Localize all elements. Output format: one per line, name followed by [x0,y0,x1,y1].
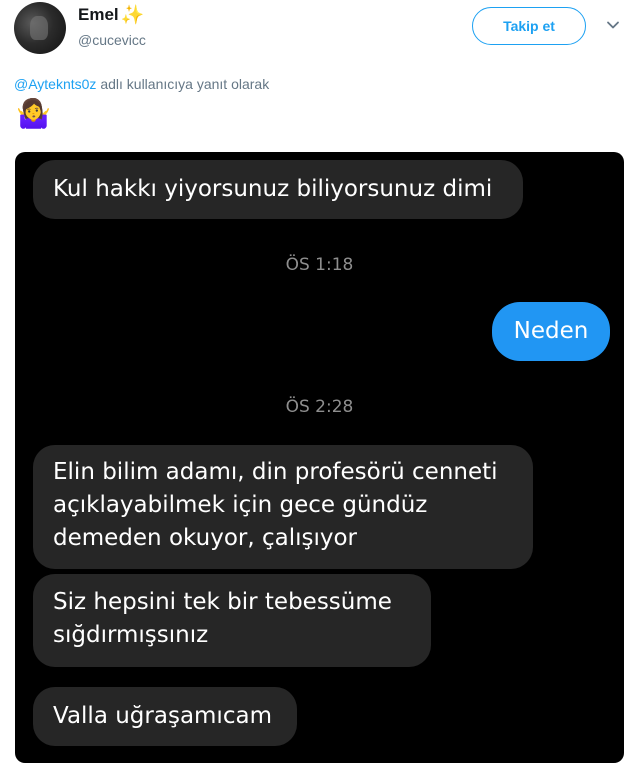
sparkle-icon: ✨ [120,4,145,26]
message-text: Neden [513,318,589,344]
reply-context: @Ayteknts0z adlı kullanıcıya yanıt olara… [14,76,269,92]
tweet-emoji: 🤷‍♀️ [16,98,51,129]
reply-mention-link[interactable]: @Ayteknts0z [14,76,96,92]
message-line: demeden okuyor, çalışıyor [53,525,357,551]
timestamp: ÖS 2:28 [285,397,354,417]
outgoing-message: Neden [492,302,610,361]
incoming-message: Siz hepsini tek bir tebessüme sığdırmışs… [33,574,431,667]
reply-suffix: adlı kullanıcıya yanıt olarak [96,76,270,92]
chat-screenshot[interactable]: Kul hakkı yiyorsunuz biliyorsunuz dimi Ö… [15,152,624,763]
follow-button[interactable]: Takip et [472,7,586,45]
message-text: Kul hakkı yiyorsunuz biliyorsunuz dimi [53,176,493,202]
message-line: Siz hepsini tek bir tebessüme [53,589,392,615]
display-name: Emel [78,5,119,24]
message-line: Elin bilim adamı, din profesörü cenneti [53,459,498,485]
incoming-message: Elin bilim adamı, din profesörü cenneti … [33,445,533,569]
avatar[interactable] [14,2,66,54]
chevron-down-icon[interactable] [606,18,620,32]
timestamp: ÖS 1:18 [285,255,354,275]
avatar-figure [30,16,48,40]
message-line: sığdırmışsınız [53,622,209,648]
message-line: açıklayabilmek için gece gündüz [53,492,428,518]
incoming-message: Kul hakkı yiyorsunuz biliyorsunuz dimi [33,160,523,219]
incoming-message: Valla uğraşamıcam [33,687,297,746]
user-handle[interactable]: @cucevicc [78,32,146,48]
message-text: Valla uğraşamıcam [53,703,272,729]
user-name[interactable]: Emel ✨ [78,5,144,25]
